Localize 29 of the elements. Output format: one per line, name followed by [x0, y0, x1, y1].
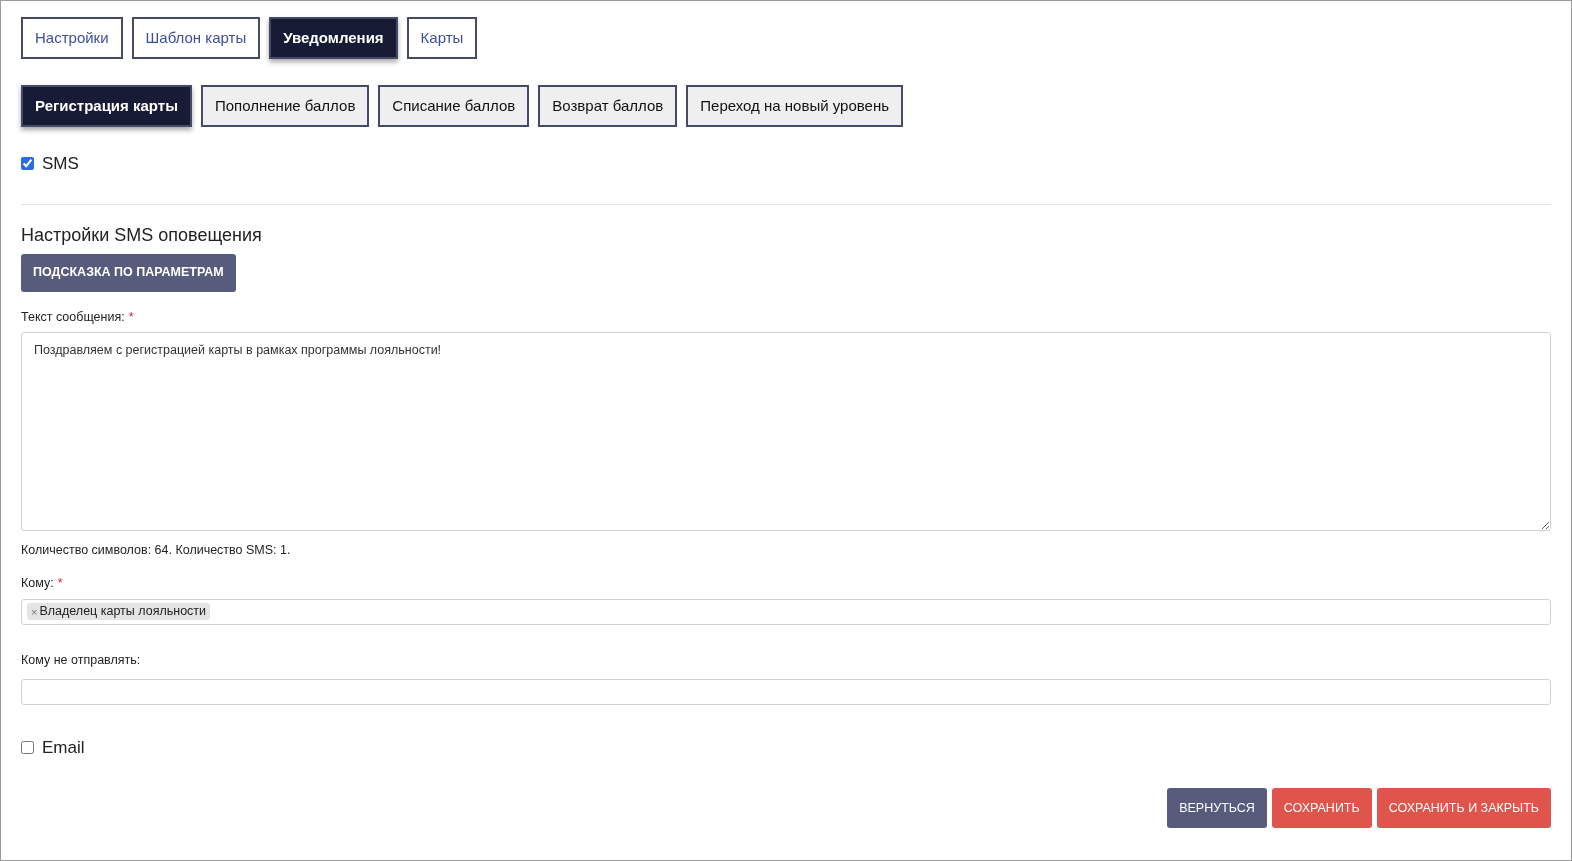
event-tab[interactable]: Регистрация карты	[21, 85, 192, 127]
event-tab[interactable]: Пополнение баллов	[200, 85, 370, 127]
tag-label: Владелец карты лояльности	[39, 603, 207, 621]
email-checkbox[interactable]	[21, 740, 34, 754]
recipient-field[interactable]: × Владелец карты лояльности	[21, 598, 1551, 625]
event-tab[interactable]: Возврат баллов	[538, 85, 678, 127]
remove-tag-button[interactable]: ×	[31, 603, 38, 620]
event-tab[interactable]: Списание баллов	[378, 85, 530, 127]
tab[interactable]: Уведомления	[269, 17, 398, 59]
field-label: Кому:	[21, 575, 54, 592]
counter-text: Количество символов: 64. Количество SMS: 1.	[21, 542, 292, 560]
message-field[interactable]: Поздравляем с регистрацией карты в рамках программы лояльности!	[21, 332, 1551, 532]
tab[interactable]: Карты	[406, 17, 478, 59]
sms-checkbox[interactable]	[21, 157, 34, 171]
tab[interactable]: Шаблон карты	[131, 17, 261, 59]
required-mark: *	[128, 308, 134, 326]
field-label: Текст сообщения:	[21, 308, 125, 326]
section-heading: Настройки SMS оповещения	[21, 223, 263, 247]
field-label: Кому не отправлять:	[21, 651, 141, 669]
required-mark: *	[57, 575, 63, 592]
tab[interactable]: Настройки	[21, 17, 123, 59]
action-button[interactable]: СОХРАНИТЬ	[1271, 788, 1372, 828]
event-tab[interactable]: Переход на новый уровень	[686, 85, 903, 127]
exclude-field[interactable]	[21, 678, 1551, 705]
email-label: Email	[42, 736, 85, 759]
sms-label: SMS	[42, 153, 79, 175]
action-button[interactable]: ВЕРНУТЬСЯ	[1167, 788, 1267, 828]
hint-button[interactable]: ПОДСКАЗКА ПО ПАРАМЕТРАМ	[21, 253, 236, 292]
action-button[interactable]: СОХРАНИТЬ И ЗАКРЫТЬ	[1376, 788, 1551, 828]
